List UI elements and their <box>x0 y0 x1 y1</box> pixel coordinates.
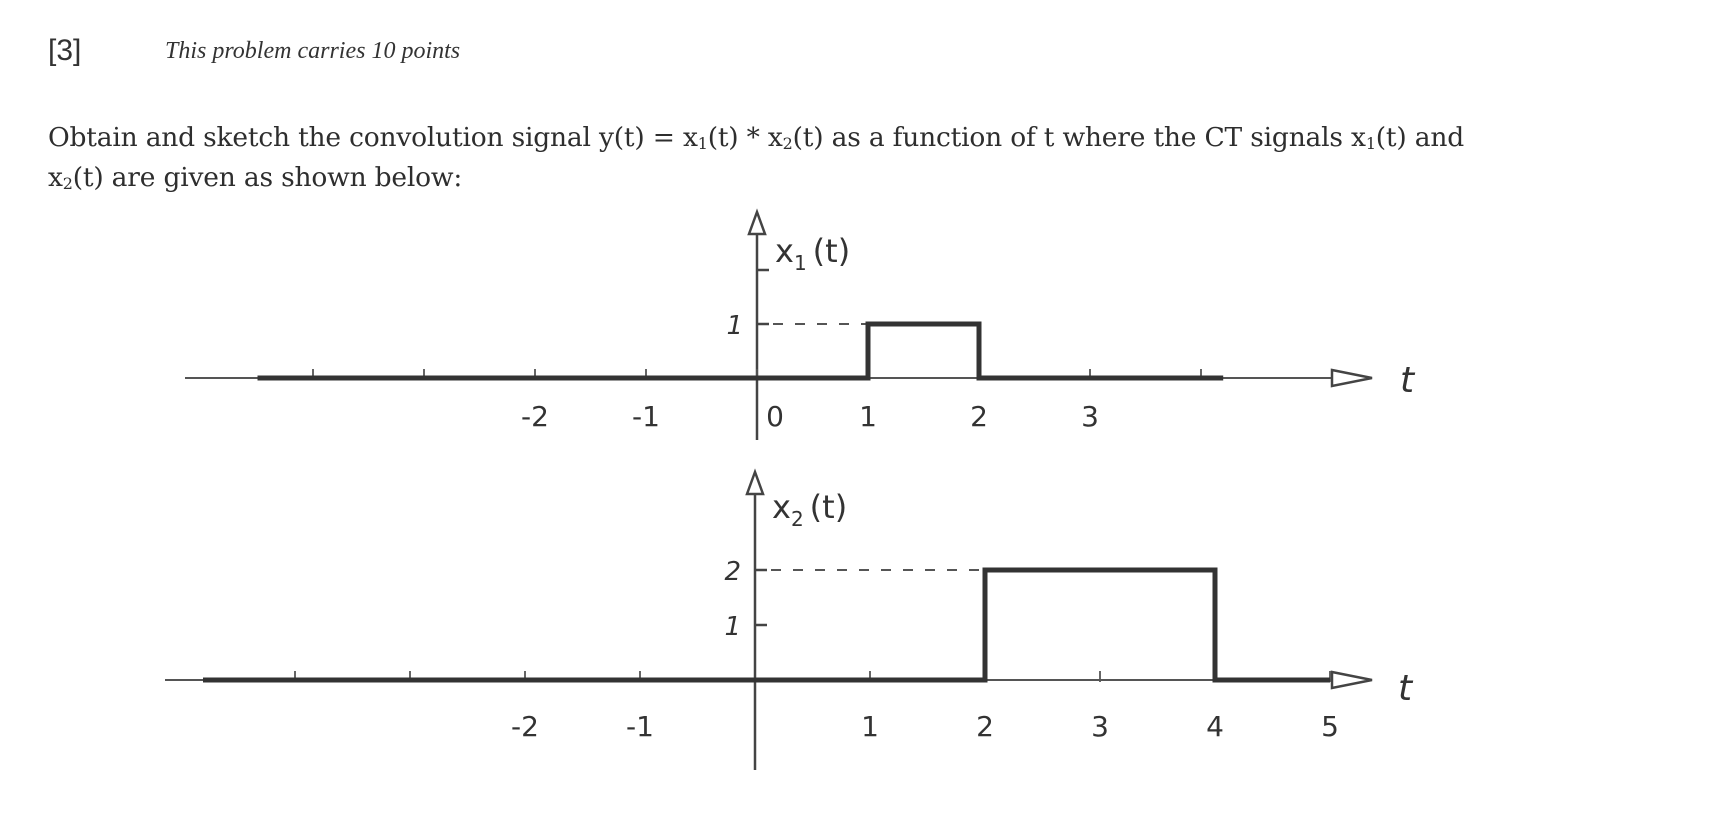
x-tick-label: 0 <box>766 400 784 433</box>
y-axis-arrow-icon <box>747 208 767 236</box>
x-tick-label: 2 <box>976 710 994 743</box>
x-axis-arrow-icon <box>1330 368 1373 388</box>
x-axis-arrow-icon <box>1330 670 1373 690</box>
x-tick-label: 3 <box>1091 710 1109 743</box>
signal-plots: t x1 (t) -2 -1 0 1 2 3 1 t x2 (t) -2 -1 1 2 3 4 5 1 2 <box>165 208 1416 770</box>
x-tick-label: 2 <box>970 400 988 433</box>
x-tick-label: -1 <box>626 710 654 743</box>
y-axis-label: x2 (t) <box>772 488 847 531</box>
x-tick-label: 1 <box>861 710 879 743</box>
x-tick-label: 4 <box>1206 710 1224 743</box>
x-axis-label: t <box>1398 668 1414 709</box>
x-tick-label: 5 <box>1321 710 1339 743</box>
x-tick-label: 1 <box>859 400 877 433</box>
y-axis-arrow-icon <box>745 468 765 496</box>
y-tick-label: 2 <box>724 557 741 587</box>
plot-x2: t x2 (t) -2 -1 1 2 3 4 5 1 2 <box>165 468 1414 770</box>
x-axis-label: t <box>1400 360 1416 401</box>
y-axis-label: x1 (t) <box>775 232 850 275</box>
x-tick-label: -1 <box>632 400 660 433</box>
x-tick-label: 3 <box>1081 400 1099 433</box>
y-tick-label: 1 <box>726 311 743 341</box>
y-tick-label: 1 <box>724 612 741 642</box>
x-tick-label: -2 <box>511 710 539 743</box>
plot-x1: t x1 (t) -2 -1 0 1 2 3 1 <box>185 208 1416 440</box>
x-tick-label: -2 <box>521 400 549 433</box>
